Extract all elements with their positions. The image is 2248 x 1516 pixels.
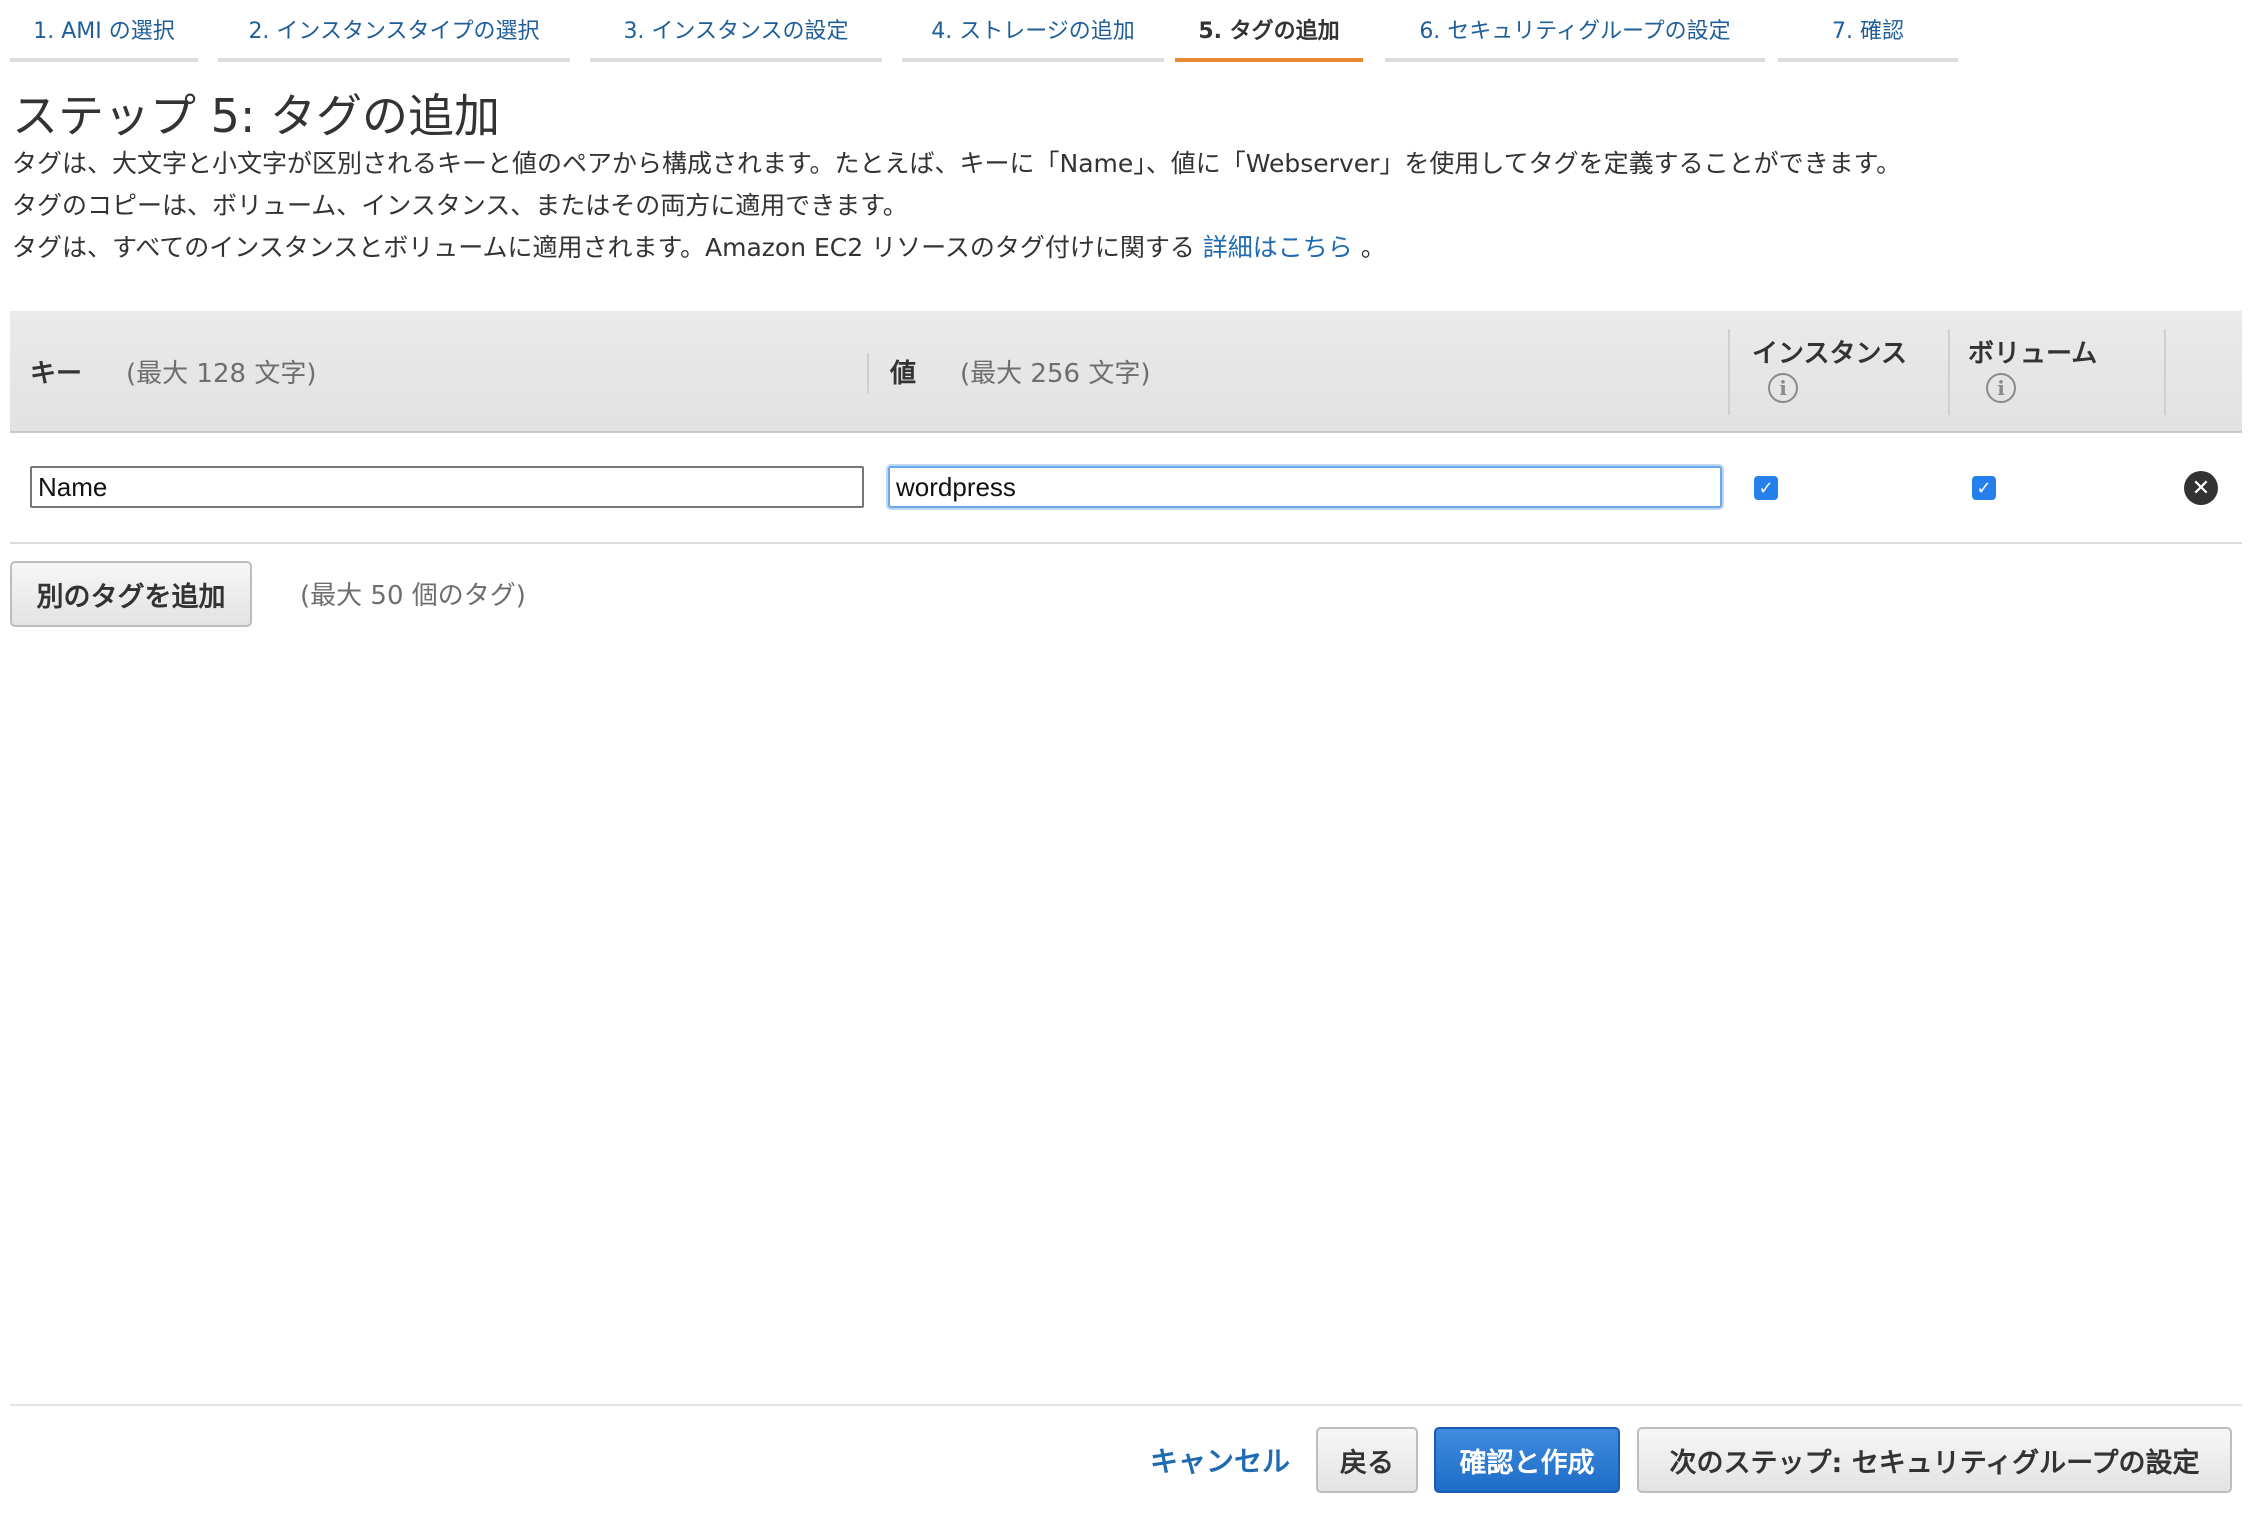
column-divider	[1948, 329, 1950, 415]
description-line-3-text: タグは、すべてのインスタンスとボリュームに適用されます。Amazon EC2 リ…	[12, 233, 1203, 262]
volume-info-icon[interactable]: i	[1986, 373, 2016, 403]
add-another-tag-button[interactable]: 別のタグを追加	[10, 561, 252, 627]
review-and-launch-button[interactable]: 確認と作成	[1434, 1427, 1620, 1493]
tab-add-storage[interactable]: 4. ストレージの追加	[902, 0, 1164, 62]
value-header-label: 値	[890, 359, 917, 389]
remove-tag-icon[interactable]: ✕	[2184, 471, 2218, 505]
cancel-link[interactable]: キャンセル	[1150, 1440, 1290, 1480]
learn-more-link[interactable]: 詳細はこちら	[1203, 233, 1353, 262]
tag-key-input[interactable]	[30, 466, 864, 508]
tab-configure-instance[interactable]: 3. インスタンスの設定	[590, 0, 882, 62]
tab-add-tags[interactable]: 5. タグの追加	[1175, 0, 1363, 62]
value-column-header: 値 (最大 256 文字)	[890, 353, 1150, 390]
table-row: ✓ ✓ ✕	[10, 431, 2242, 544]
value-header-hint: (最大 256 文字)	[960, 359, 1151, 389]
back-button[interactable]: 戻る	[1316, 1427, 1418, 1493]
volume-column-header: ボリューム	[1968, 339, 2098, 369]
key-column-header: キー (最大 128 文字)	[30, 353, 316, 390]
instance-column-header: インスタンス	[1752, 339, 1907, 369]
ec2-launch-wizard: 1. AMI の選択 2. インスタンスタイプの選択 3. インスタンスの設定 …	[0, 0, 2248, 1516]
description-line-1: タグは、大文字と小文字が区別されるキーと値のペアから構成されます。たとえば、キー…	[12, 149, 1902, 178]
tag-limit-note: (最大 50 個のタグ)	[300, 581, 526, 611]
tab-review[interactable]: 7. 確認	[1778, 0, 1958, 62]
description-line-2: タグのコピーは、ボリューム、インスタンス、またはその両方に適用できます。	[12, 191, 908, 220]
column-divider	[2164, 329, 2166, 415]
column-divider	[867, 353, 869, 393]
key-header-label: キー	[30, 359, 83, 389]
tags-table-header: キー (最大 128 文字) 値 (最大 256 文字) インスタンス i ボリュー…	[10, 311, 2242, 433]
footer-divider	[10, 1404, 2242, 1406]
key-header-hint: (最大 128 文字)	[126, 359, 317, 389]
column-divider	[1728, 329, 1730, 415]
tab-choose-ami[interactable]: 1. AMI の選択	[10, 0, 198, 62]
volume-checkbox[interactable]: ✓	[1972, 476, 1996, 500]
page-title: ステップ 5: タグの追加	[12, 89, 501, 143]
tag-value-input[interactable]	[888, 466, 1722, 508]
tab-choose-instance-type[interactable]: 2. インスタンスタイプの選択	[218, 0, 570, 62]
instance-checkbox[interactable]: ✓	[1754, 476, 1778, 500]
tab-configure-security-group[interactable]: 6. セキュリティグループの設定	[1385, 0, 1765, 62]
instance-info-icon[interactable]: i	[1768, 373, 1798, 403]
description-line-3: タグは、すべてのインスタンスとボリュームに適用されます。Amazon EC2 リ…	[12, 228, 1386, 264]
description-line-3-end: 。	[1352, 233, 1386, 262]
next-step-button[interactable]: 次のステップ: セキュリティグループの設定	[1637, 1427, 2232, 1493]
